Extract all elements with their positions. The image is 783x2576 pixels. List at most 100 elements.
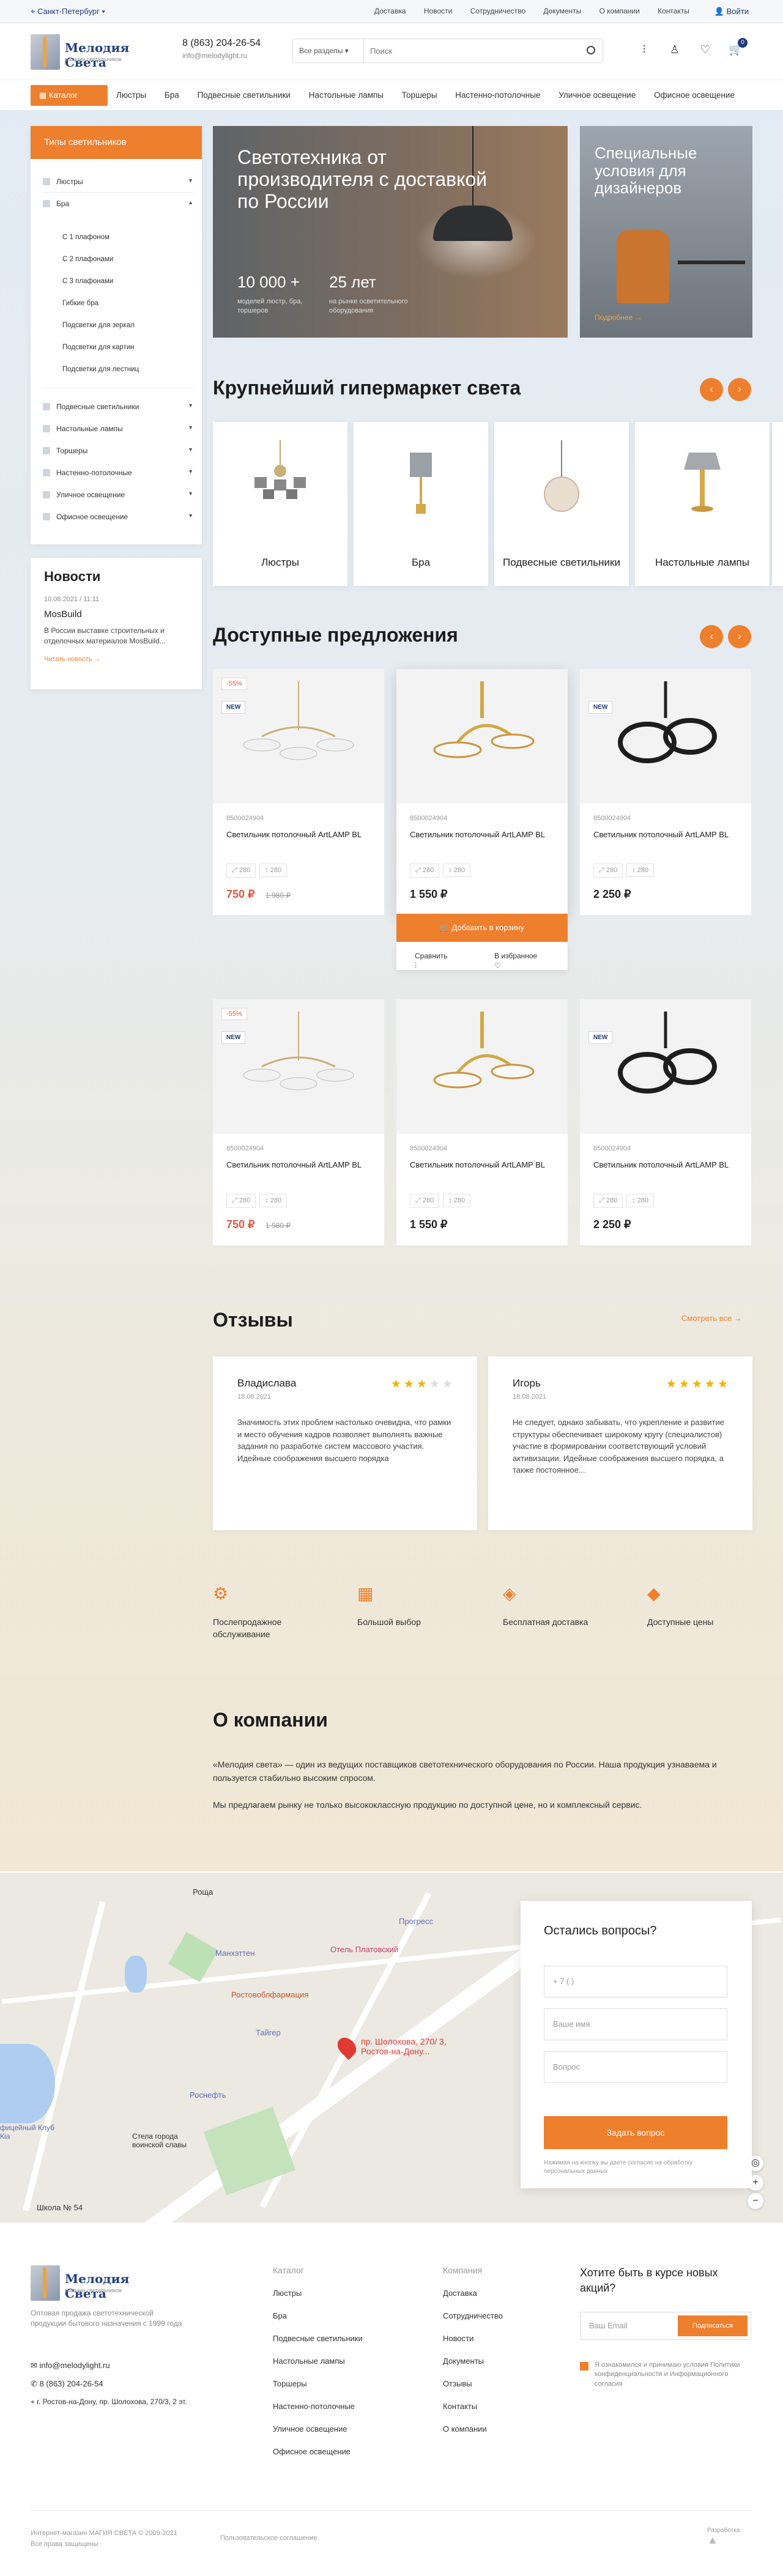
footer-link[interactable]: Уличное освещение (273, 2424, 363, 2434)
ask-question-button[interactable]: Задать вопрос (544, 2116, 727, 2149)
product-name[interactable]: Светильник потолочный ArtLAMP BL (410, 829, 557, 840)
zoom-out-icon[interactable]: − (748, 2193, 763, 2209)
designers-more-link[interactable]: Подробнее → (595, 313, 642, 322)
header-email[interactable]: info@melodylight.ru (182, 51, 247, 60)
nav-item-chandeliers[interactable]: Люстры (116, 91, 146, 100)
top-menu-contacts[interactable]: Контакты (658, 7, 689, 15)
category-card-partial[interactable] (772, 422, 783, 586)
product-image[interactable] (580, 999, 751, 1134)
product-card[interactable]: NEW 8500024904 Светильник потолочный ArtLA… (580, 669, 751, 915)
consent-checkbox[interactable] (580, 2362, 588, 2371)
nav-item-pendants[interactable]: Подвесные светильники (198, 91, 291, 100)
footer-link[interactable]: Офисное освещение (273, 2447, 363, 2456)
question-field[interactable]: Вопрос (544, 2051, 727, 2083)
designers-banner[interactable]: Специальные условия для дизайнеров Подро… (580, 126, 752, 338)
news-item-title[interactable]: MosBuild (44, 609, 188, 620)
product-image[interactable] (396, 669, 568, 804)
category-card-table-lamps[interactable]: Настольные лампы (635, 422, 770, 586)
sidebar-subitem[interactable]: Подсветки для зеркал (62, 322, 135, 329)
footer-link[interactable]: Подвесные светильники (273, 2334, 363, 2343)
search-scope-select[interactable]: Все разделы ▾ (293, 39, 364, 62)
product-card[interactable]: 8500024904 Светильник потолочный ArtLAMP … (396, 999, 568, 1245)
sidebar-subitem[interactable]: С 3 плафонами (62, 278, 113, 285)
nav-item-office[interactable]: Офисное освещение (654, 91, 735, 100)
footer-link[interactable]: Контакты (443, 2402, 503, 2411)
map-pin-icon[interactable] (333, 2034, 360, 2060)
next-arrow-icon[interactable]: › (728, 378, 751, 401)
product-card[interactable]: NEW 8500024904 Светильник потолочный ArtLA… (580, 999, 751, 1245)
sidebar-subitem[interactable]: С 2 плафонами (62, 256, 113, 263)
category-card-pendants[interactable]: Подвесные светильники (494, 422, 629, 586)
account-icon[interactable]: ♙ (667, 42, 683, 57)
sidebar-item-pendants[interactable]: Подвесные светильники ▼ (43, 402, 193, 411)
product-name[interactable]: Светильник потолочный ArtLAMP BL (593, 1160, 740, 1171)
logo[interactable]: Мелодия Света магазин светильников (31, 34, 153, 70)
top-menu-about[interactable]: О компании (599, 7, 640, 15)
hero-banner[interactable]: Светотехника от производителя с доставко… (213, 126, 568, 338)
top-menu-cooperation[interactable]: Сотрудничество (470, 7, 525, 15)
developer-logo[interactable]: Разработка ▲ (707, 2527, 740, 2547)
prev-arrow-icon[interactable]: ‹ (700, 378, 723, 401)
footer-logo[interactable]: Мелодия Света магазин светильников (31, 2265, 153, 2301)
sidebar-subitem[interactable]: Гибкие бра (62, 300, 98, 307)
sidebar-item-floor-lamps[interactable]: Торшеры ▼ (43, 446, 193, 455)
nav-item-outdoor[interactable]: Уличное освещение (558, 91, 636, 100)
nav-item-table-lamps[interactable]: Настольные лампы (309, 91, 384, 100)
read-news-link[interactable]: Читать новость → (44, 656, 188, 663)
cart-icon[interactable]: 🛒 0 (728, 38, 748, 57)
header-phone[interactable]: 8 (863) 204-26-54 (182, 38, 261, 49)
top-menu-news[interactable]: Новости (424, 7, 452, 15)
nav-item-wall-ceiling[interactable]: Настенно-потолочные (455, 91, 540, 100)
catalog-button[interactable]: ▦ Каталог (31, 85, 108, 106)
sidebar-subitem[interactable]: Подсветки для лестниц (62, 366, 139, 373)
top-menu-delivery[interactable]: Доставка (374, 7, 406, 15)
phone-field[interactable]: + 7 ( ) (544, 1966, 727, 1997)
favorite-button[interactable]: ♡ В избранное (494, 952, 537, 970)
product-name[interactable]: Светильник потолочный ArtLAMP BL (593, 829, 740, 840)
footer-email[interactable]: ✉ info@melodylight.ru (31, 2361, 110, 2371)
top-menu-documents[interactable]: Документы (543, 7, 581, 15)
footer-link[interactable]: Доставка (443, 2289, 503, 2298)
favorites-icon[interactable]: ♡ (697, 42, 713, 57)
sidebar-item-table-lamps[interactable]: Настольные лампы ▼ (43, 424, 193, 433)
sidebar-item-chandeliers[interactable]: Люстры ▼ (43, 177, 193, 186)
sidebar-item-outdoor[interactable]: Уличное освещение ▼ (43, 490, 193, 499)
next-arrow-icon[interactable]: › (728, 625, 751, 648)
login-link[interactable]: 👤 Войти (714, 7, 749, 17)
product-card[interactable]: -55% NEW 8500024904 Светильник потолочный A… (213, 999, 384, 1245)
footer-link[interactable]: Новости (443, 2334, 503, 2343)
add-to-cart-button[interactable]: 🛒 Добавить в корзину (396, 914, 568, 942)
footer-link[interactable]: О компании (443, 2424, 503, 2434)
category-card-sconces[interactable]: Бра (354, 422, 488, 586)
product-card[interactable]: 8500024904 Светильник потолочный ArtLAMP … (396, 669, 568, 970)
footer-link[interactable]: Документы (443, 2356, 503, 2366)
sidebar-subitem[interactable]: С 1 плафоном (62, 234, 109, 241)
footer-link[interactable]: Отзывы (443, 2379, 503, 2388)
nav-item-floor-lamps[interactable]: Торшеры (402, 91, 437, 100)
city-selector[interactable]: ⌖ Санкт-Петербург ▾ (31, 7, 105, 17)
name-field[interactable]: Ваше имя (544, 2008, 727, 2040)
footer-link[interactable]: Люстры (273, 2289, 363, 2298)
product-name[interactable]: Светильник потолочный ArtLAMP BL (410, 1160, 557, 1171)
compare-icon[interactable]: ⫶ (636, 42, 652, 57)
policy-link[interactable]: Пользовательское соглашение (220, 2534, 317, 2542)
product-name[interactable]: Светильник потолочный ArtLAMP BL (226, 829, 373, 840)
search-input[interactable] (370, 39, 572, 62)
prev-arrow-icon[interactable]: ‹ (700, 625, 723, 648)
product-name[interactable]: Светильник потолочный ArtLAMP BL (226, 1160, 373, 1171)
see-all-reviews-link[interactable]: Смотреть все → (681, 1314, 742, 1323)
footer-link[interactable]: Настольные лампы (273, 2356, 363, 2366)
subscribe-button[interactable]: Подписаться (678, 2315, 748, 2336)
sidebar-item-wall-ceiling[interactable]: Настенно-потолочные ▼ (43, 468, 193, 477)
category-card-chandeliers[interactable]: Люстры (213, 422, 347, 586)
sidebar-subitem[interactable]: Подсветки для картин (62, 344, 135, 351)
footer-link[interactable]: Торшеры (273, 2379, 363, 2388)
footer-phone[interactable]: ✆ 8 (863) 204-26-54 (31, 2379, 103, 2389)
search-icon[interactable] (587, 46, 595, 54)
product-image[interactable] (396, 999, 568, 1134)
footer-link[interactable]: Настенно-потолочные (273, 2402, 363, 2411)
product-card[interactable]: -55% NEW 8500024904 Светильник потолочный A… (213, 669, 384, 915)
nav-item-sconces[interactable]: Бра (165, 91, 179, 100)
footer-link[interactable]: Бра (273, 2311, 363, 2320)
sidebar-item-sconces[interactable]: Бра ▲ (43, 199, 193, 208)
